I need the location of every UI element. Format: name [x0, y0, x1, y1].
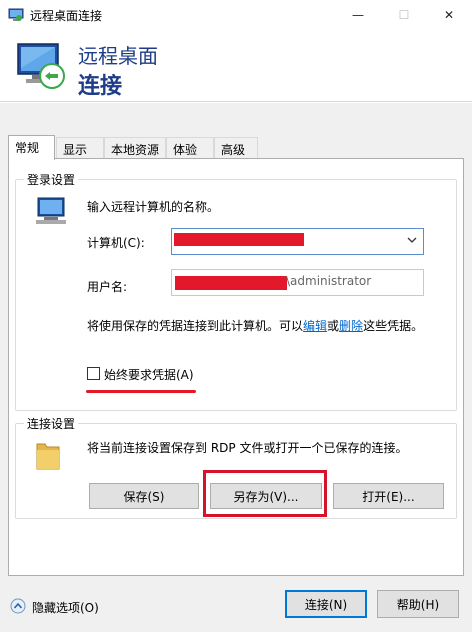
save-button[interactable]: 保存(S) [89, 483, 199, 509]
redaction-mark [174, 233, 304, 246]
tab-experience[interactable]: 体验 [166, 137, 214, 159]
username-suffix: \administrator [286, 274, 372, 288]
tab-general[interactable]: 常规 [8, 135, 55, 160]
connection-settings-legend: 连接设置 [24, 415, 79, 432]
remote-desktop-icon [8, 8, 24, 21]
connection-description: 将当前连接设置保存到 RDP 文件或打开一个已保存的连接。 [87, 441, 408, 455]
maximize-button[interactable]: ☐ [381, 0, 427, 30]
hide-options-toggle[interactable]: 隐藏选项(O) [32, 599, 99, 616]
logon-settings-group: 登录设置 输入远程计算机的名称。 计算机(C): 用户名: \administr… [15, 171, 457, 411]
window-title: 远程桌面连接 [30, 9, 103, 23]
help-button[interactable]: 帮助(H) [377, 590, 459, 618]
minimize-icon: — [352, 8, 364, 22]
computer-combobox[interactable] [171, 228, 424, 255]
banner: 远程桌面 连接 [0, 30, 472, 102]
annotation-highlight-box [203, 470, 327, 517]
tab-advanced[interactable]: 高级 [214, 137, 258, 159]
minimize-button[interactable]: — [335, 0, 381, 30]
tab-local-resources[interactable]: 本地资源 [104, 137, 166, 159]
collapse-up-icon[interactable] [10, 598, 26, 614]
computer-label: 计算机(C): [87, 236, 145, 250]
always-ask-credentials-checkbox[interactable] [87, 367, 100, 380]
always-ask-credentials-label[interactable]: 始终要求凭据(A) [104, 366, 194, 383]
chevron-down-icon[interactable] [406, 234, 418, 246]
logon-settings-legend: 登录设置 [24, 171, 79, 188]
annotation-underline [86, 390, 196, 393]
open-button[interactable]: 打开(E)... [333, 483, 444, 509]
remote-desktop-logo-icon [17, 43, 65, 89]
maximize-icon: ☐ [398, 8, 410, 22]
banner-title-line2: 连接 [78, 74, 123, 99]
instruction-text: 输入远程计算机的名称。 [87, 200, 220, 214]
redaction-mark [175, 276, 287, 290]
computer-icon [36, 197, 66, 224]
banner-title-line1: 远程桌面 [78, 44, 158, 68]
connect-button[interactable]: 连接(N) [285, 590, 367, 618]
edit-credentials-link[interactable]: 编辑 [303, 319, 327, 333]
close-icon: ✕ [443, 8, 455, 22]
delete-credentials-link[interactable]: 删除 [339, 319, 363, 333]
close-button[interactable]: ✕ [426, 0, 472, 30]
tab-display[interactable]: 显示 [56, 137, 104, 159]
title-bar: 远程桌面连接 — ☐ ✕ [0, 0, 472, 30]
folder-icon [36, 443, 60, 470]
saved-credentials-text: 将使用保存的凭据连接到此计算机。可以编辑或删除这些凭据。 [87, 319, 424, 333]
username-field[interactable]: \administrator [171, 269, 424, 296]
username-label: 用户名: [87, 280, 128, 294]
